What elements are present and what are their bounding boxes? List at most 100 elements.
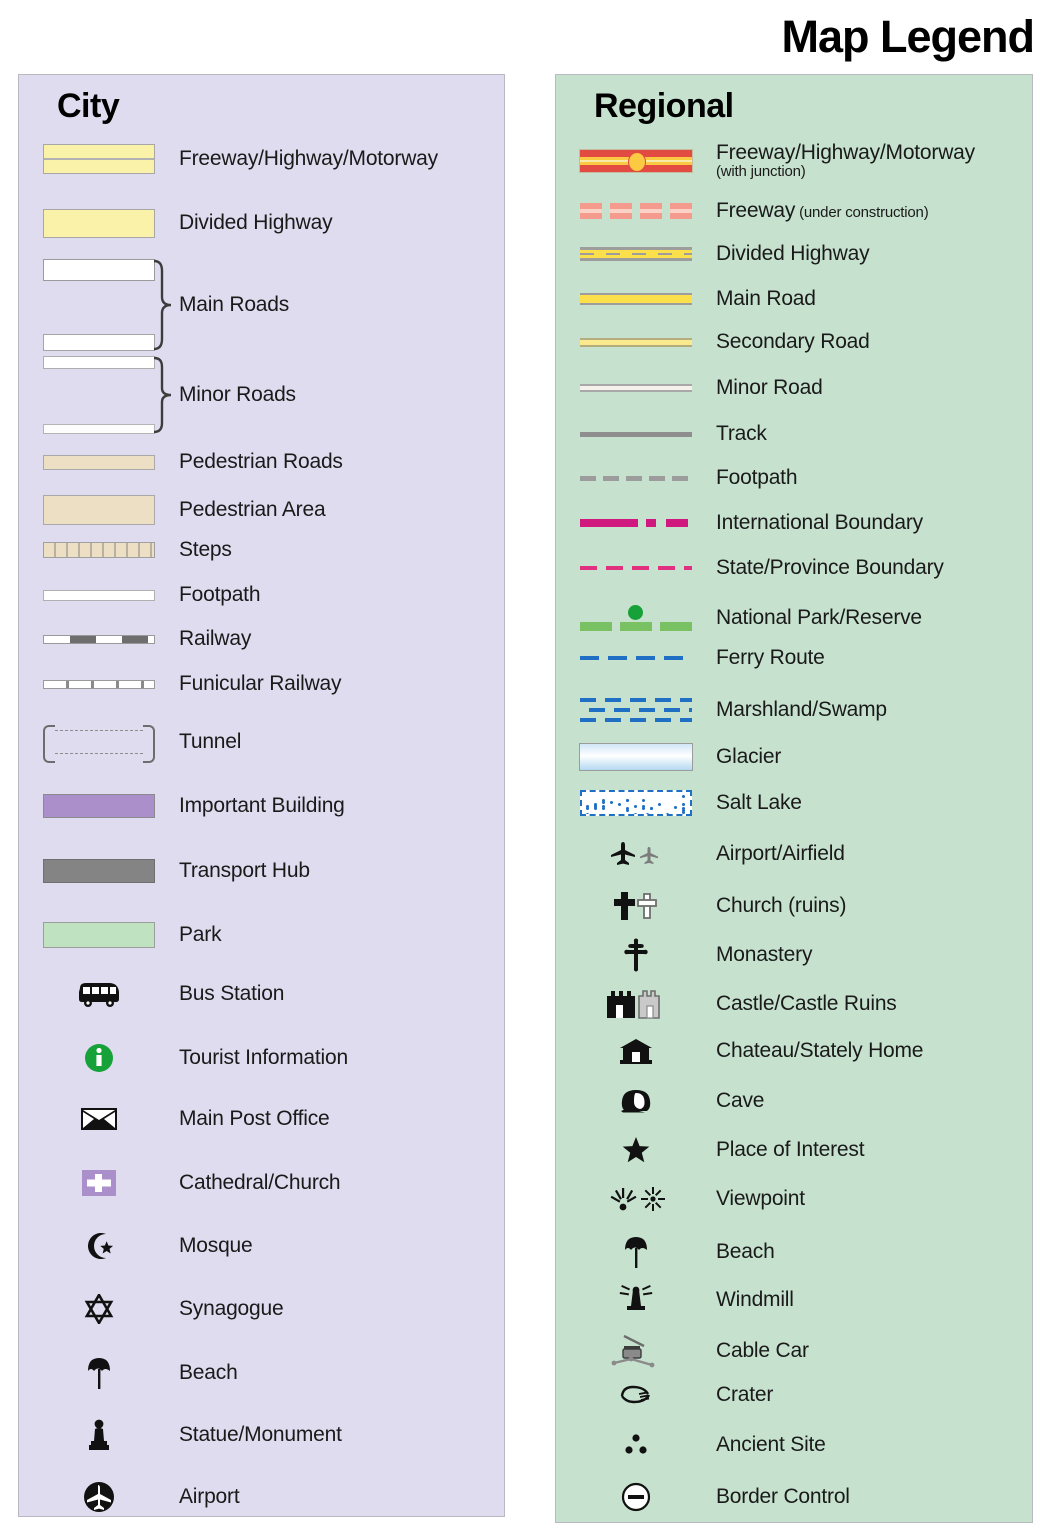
legend-row: Beach: [19, 1354, 504, 1392]
legend-label: Church (ruins): [716, 893, 847, 917]
cave-icon: [556, 1087, 716, 1115]
legend-label: Important Building: [179, 793, 345, 817]
legend-row: Funicular Railway: [19, 672, 504, 694]
church-cross-box-icon: [19, 1168, 179, 1198]
international-boundary-line-symbol: [556, 515, 716, 531]
legend-label: Steps: [179, 537, 232, 561]
legend-label: Cathedral/Church: [179, 1170, 341, 1194]
legend-row: Airport/Airfield: [556, 839, 1032, 869]
state-boundary-line-symbol: [556, 561, 716, 575]
legend-row: Main Roads: [19, 259, 504, 351]
divided-highway-band-symbol: [19, 206, 179, 240]
legend-label: Secondary Road: [716, 329, 870, 353]
legend-row: Minor Road: [556, 376, 1032, 398]
legend-row: Airport: [19, 1479, 504, 1515]
funicular-ticked-band-symbol: [19, 676, 179, 692]
legend-label: Freeway/Highway/Motorway (with junction): [716, 141, 975, 181]
page-title: Map Legend: [781, 11, 1035, 62]
legend-row: Salt Lake: [556, 789, 1032, 817]
legend-label-main: Freeway: [716, 198, 796, 222]
legend-label: Glacier: [716, 744, 782, 768]
legend-label: Cave: [716, 1088, 765, 1112]
park-swatch-symbol: [19, 919, 179, 951]
crater-icon: [556, 1382, 716, 1408]
legend-label: Park: [179, 922, 222, 946]
legend-row: Marshland/Swamp: [556, 695, 1032, 725]
legend-label: Monastery: [716, 942, 813, 966]
legend-row: Ferry Route: [556, 646, 1032, 668]
legend-row: State/Province Boundary: [556, 556, 1032, 578]
legend-row: Viewpoint: [556, 1185, 1032, 1213]
track-line-symbol: [556, 427, 716, 441]
legend-label: Main Post Office: [179, 1106, 330, 1130]
legend-label: Transport Hub: [179, 858, 310, 882]
city-panel-heading: City: [57, 87, 120, 125]
legend-row: Steps: [19, 537, 504, 561]
freeway-divided-band-symbol: [19, 141, 179, 177]
legend-label: Tunnel: [179, 729, 242, 753]
legend-row: Cave: [556, 1087, 1032, 1115]
star-of-david-icon: [19, 1292, 179, 1326]
regional-main-road-symbol: [556, 289, 716, 309]
regional-minor-road-symbol: [556, 379, 716, 397]
castle-pair-icon: [556, 987, 716, 1021]
legend-label: Windmill: [716, 1287, 794, 1311]
steps-hatched-band-symbol: [19, 539, 179, 561]
regional-divided-highway-symbol: [556, 243, 716, 265]
minor-roads-bracketed-pair-symbol: [19, 356, 179, 434]
beach-umbrella-icon: [556, 1234, 716, 1270]
legend-label: Tourist Information: [179, 1045, 348, 1069]
legend-row: Ancient Site: [556, 1431, 1032, 1459]
legend-row: Pedestrian Area: [19, 493, 504, 527]
legend-row: Park: [19, 919, 504, 951]
legend-row: Tunnel: [19, 723, 504, 763]
bus-icon: [19, 976, 179, 1012]
marshland-pattern-symbol: [556, 695, 716, 725]
legend-label: Viewpoint: [716, 1186, 805, 1210]
legend-label: Pedestrian Roads: [179, 449, 343, 473]
legend-row: Synagogue: [19, 1292, 504, 1326]
tunnel-bracket-dashed-symbol: [19, 723, 179, 763]
border-control-icon: [556, 1481, 716, 1513]
legend-row: Church (ruins): [556, 889, 1032, 923]
legend-label: Track: [716, 421, 767, 445]
legend-label: State/Province Boundary: [716, 555, 944, 579]
legend-row: Minor Roads: [19, 356, 504, 434]
information-icon: [19, 1039, 179, 1077]
star-and-crescent-icon: [19, 1229, 179, 1263]
legend-row: National Park/Reserve: [556, 603, 1032, 633]
legend-row: Windmill: [556, 1283, 1032, 1317]
viewpoint-pair-icon: [556, 1185, 716, 1213]
legend-row: Bus Station: [19, 976, 504, 1012]
glacier-swatch-symbol: [556, 743, 716, 771]
legend-label: Castle/Castle Ruins: [716, 991, 897, 1015]
legend-label: Statue/Monument: [179, 1422, 342, 1446]
legend-label: Marshland/Swamp: [716, 697, 887, 721]
legend-row: Monastery: [556, 937, 1032, 973]
legend-row: Crater: [556, 1382, 1032, 1408]
legend-label: Border Control: [716, 1484, 850, 1508]
national-park-line-symbol: [556, 603, 716, 633]
legend-row: Chateau/Stately Home: [556, 1036, 1032, 1066]
legend-row: Mosque: [19, 1229, 504, 1263]
legend-row: Cable Car: [556, 1333, 1032, 1369]
pedestrian-area-block-symbol: [19, 493, 179, 527]
legend-label: Ancient Site: [716, 1432, 826, 1456]
legend-label: Main Roads: [179, 292, 290, 316]
legend-label: Freeway (under construction): [716, 198, 929, 223]
legend-label: Beach: [716, 1239, 775, 1263]
legend-row: Border Control: [556, 1481, 1032, 1513]
airplane-pair-icon: [556, 839, 716, 869]
legend-label: Minor Roads: [179, 382, 296, 406]
legend-row: Freeway (under construction): [556, 199, 1032, 223]
legend-row: Glacier: [556, 743, 1032, 771]
legend-label: Divided Highway: [716, 241, 870, 265]
statue-icon: [19, 1416, 179, 1454]
legend-row: Transport Hub: [19, 856, 504, 886]
legend-row: Place of Interest: [556, 1135, 1032, 1165]
legend-label: Bus Station: [179, 981, 285, 1005]
footpath-thin-band-symbol: [19, 586, 179, 604]
regional-legend-panel: Regional Freeway/Highway/Motorway (with j…: [555, 74, 1033, 1523]
beach-umbrella-icon: [19, 1354, 179, 1392]
legend-label: Ferry Route: [716, 645, 825, 669]
